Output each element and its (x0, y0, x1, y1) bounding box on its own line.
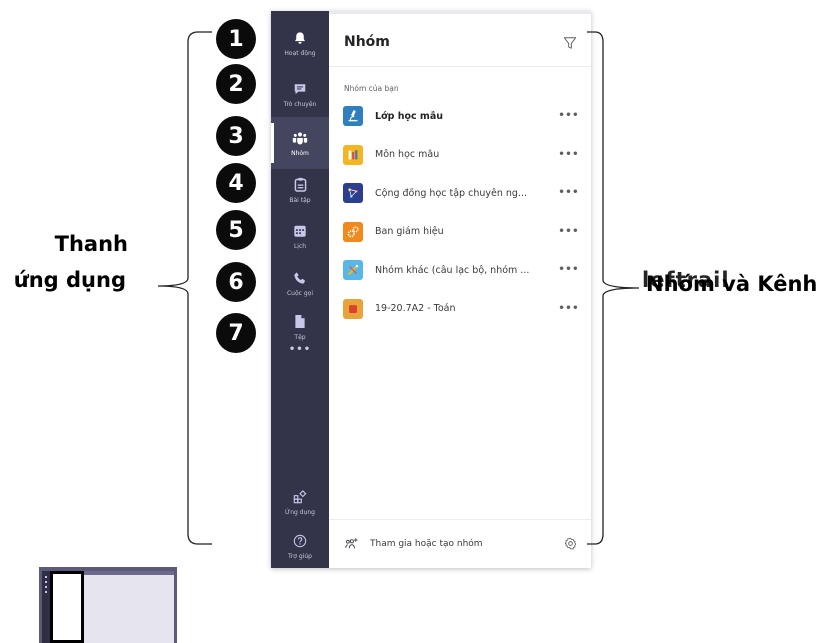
teams-channels-label: Nhóm và Kênh (646, 272, 818, 296)
team-row[interactable]: Môn học mẫu ••• (329, 136, 591, 175)
number-badge-1: 1 (216, 19, 256, 59)
app-bar-annotation: Thanh ứng dụng (0, 226, 160, 298)
app-bar-item-label: Cuộc gọi (286, 289, 313, 297)
thumbnail-highlighted-panel (50, 571, 84, 643)
thumbnail-canvas (42, 571, 174, 643)
number-badge-4: 4 (216, 163, 256, 203)
more-options-icon[interactable]: ••• (558, 188, 579, 198)
thumbnail-dot (45, 591, 47, 593)
chat-icon (292, 81, 308, 97)
top-edge (329, 11, 591, 14)
teams-panel: Nhóm Nhóm của bạn Lớp học mẫu ••• Môn họ… (329, 11, 591, 568)
filter-icon[interactable] (563, 35, 577, 49)
teams-icon (292, 130, 308, 146)
teams-window: Hoạt động Trò chuyện Nhóm Bài tập Lịch C… (271, 11, 591, 568)
panel-footer: Tham gia hoặc tạo nhóm (329, 519, 591, 568)
more-options-icon[interactable]: ••• (558, 265, 579, 275)
app-bar-item-teams[interactable]: Nhóm (271, 117, 329, 169)
app-bar-item-help[interactable]: Trợ giúp (271, 520, 329, 572)
number-badge-6: 6 (216, 262, 256, 302)
app-bar-item-calendar[interactable]: Lịch (271, 210, 329, 262)
app-bar-item-label: Lịch (293, 242, 307, 250)
team-name: Ban giám hiệu (375, 226, 444, 238)
window-thumbnail (39, 567, 177, 643)
settings-gear-icon[interactable] (564, 535, 577, 554)
class-team-icon (343, 298, 363, 319)
team-row[interactable]: 19-20.7A2 - Toán ••• (329, 290, 591, 329)
team-row[interactable]: Lớp học mẫu ••• (329, 97, 591, 136)
thumbnail-dot (45, 581, 47, 583)
app-bar-item-label: Trợ giúp (288, 552, 312, 560)
apps-icon (292, 489, 308, 505)
more-options-icon[interactable]: ••• (558, 149, 579, 160)
team-name: Nhóm khác (câu lạc bộ, nhóm ... (375, 264, 530, 276)
app-bar-annotation-line1: Thanh (54, 232, 128, 256)
app-bar-annotation-line2: ứng dụng (13, 268, 126, 292)
thumbnail-topbar (84, 571, 174, 575)
team-row[interactable]: Nhóm khác (câu lạc bộ, nhóm ... ••• (329, 251, 591, 290)
team-name: 19-20.7A2 - Toán (375, 303, 456, 315)
team-row[interactable]: Cộng đồng học tập chuyên ng... ••• (329, 174, 591, 213)
left-bracket (157, 31, 212, 545)
join-or-create-team-link[interactable]: Tham gia hoặc tạo nhóm (370, 539, 564, 549)
app-bar-item-assignments[interactable]: Bài tập (271, 164, 329, 216)
app-bar: Hoạt động Trò chuyện Nhóm Bài tập Lịch C… (271, 11, 329, 568)
help-icon (292, 533, 308, 549)
team-row[interactable]: Ban giám hiệu ••• (329, 213, 591, 252)
section-label: Nhóm của bạn (344, 84, 399, 93)
app-bar-item-label: Hoạt động (284, 49, 316, 57)
more-options-icon[interactable]: ••• (558, 303, 579, 314)
file-icon (292, 314, 308, 330)
app-bar-item-label: Bài tập (289, 196, 311, 204)
palette-icon (343, 260, 363, 281)
join-team-icon[interactable] (344, 535, 358, 554)
app-bar-item-label: Trò chuyện (283, 100, 317, 108)
number-badge-5: 5 (216, 210, 256, 250)
network-icon (343, 183, 363, 204)
more-options-icon[interactable]: ••• (558, 226, 579, 237)
more-apps-button[interactable]: ••• (271, 330, 329, 364)
more-options-icon[interactable]: ••• (558, 111, 579, 121)
panel-title: Nhóm (344, 33, 390, 50)
app-bar-item-label: Ứng dụng (285, 508, 315, 516)
number-badge-7: 7 (216, 313, 256, 353)
app-bar-item-activity[interactable]: Hoạt động (271, 17, 329, 69)
microscope-icon (343, 106, 363, 127)
team-name: Cộng đồng học tập chuyên ng... (375, 187, 527, 199)
app-bar-item-chat[interactable]: Trò chuyện (271, 68, 329, 120)
app-bar-item-label: Nhóm (291, 149, 309, 157)
phone-icon (292, 270, 308, 286)
right-bracket (587, 31, 640, 545)
bell-icon (292, 30, 308, 46)
team-name: Lớp học mẫu (375, 110, 443, 122)
thumbnail-dot (45, 586, 47, 588)
number-badge-3: 3 (216, 116, 256, 156)
teams-channels-annotation: leftrail Nhóm và Kênh (642, 268, 818, 296)
gears-icon (343, 221, 363, 242)
assignments-icon (292, 177, 308, 193)
calendar-icon (292, 223, 308, 239)
number-badge-2: 2 (216, 64, 256, 104)
thumbnail-dot (45, 576, 47, 578)
panel-header: Nhóm (329, 11, 591, 67)
more-icon: ••• (288, 343, 312, 355)
books-icon (343, 144, 363, 165)
team-name: Môn học mẫu (375, 149, 440, 161)
